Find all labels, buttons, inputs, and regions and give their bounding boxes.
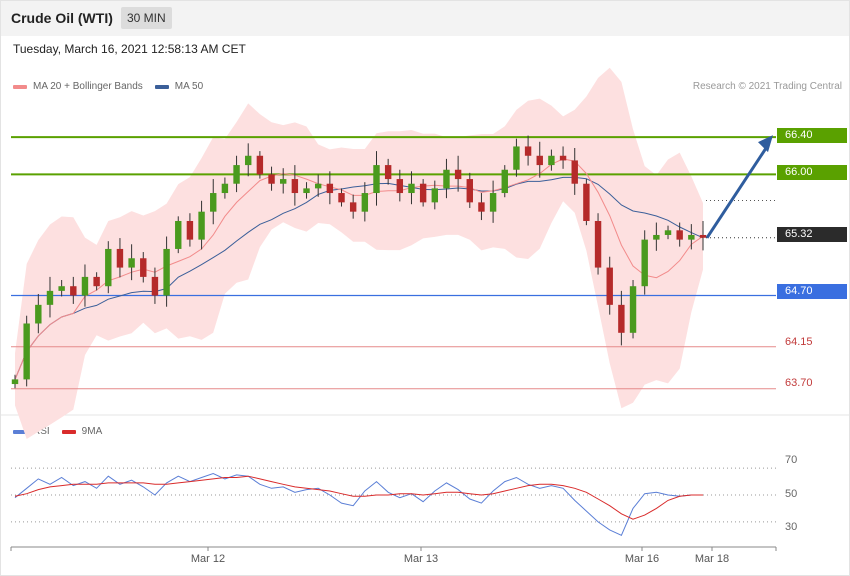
candle-body [396, 179, 404, 194]
candle-body [443, 169, 450, 189]
candle-body [23, 323, 30, 380]
level-label-pivot: 64.70 [777, 284, 847, 299]
candle-body [501, 169, 508, 194]
candle-body [268, 174, 275, 184]
candle-body [233, 165, 240, 184]
candle-body [198, 211, 205, 240]
candle-body [279, 179, 287, 184]
candle-body [408, 183, 415, 194]
candle-body [81, 276, 89, 296]
candle-body [536, 155, 543, 166]
candle-body [653, 234, 660, 240]
x-tick-label: Mar 13 [403, 553, 439, 565]
candle-body [349, 202, 357, 212]
candle-body [46, 290, 54, 305]
candle-body [175, 220, 182, 249]
candle-body [594, 220, 602, 268]
candle-body [93, 276, 100, 287]
candle-body [419, 183, 427, 203]
candle-body [35, 304, 42, 324]
candle-body [641, 239, 648, 287]
candle-body [618, 304, 625, 333]
candle-body [11, 379, 19, 385]
candle-body [373, 165, 380, 194]
candle-body [338, 193, 345, 203]
candle-body [524, 146, 532, 156]
x-tick-label: Mar 12 [190, 553, 226, 565]
candle-body [513, 146, 520, 170]
rsi-tick-30: 30 [785, 521, 798, 533]
candle-body [489, 193, 497, 212]
rsi-tick-50: 50 [785, 488, 798, 500]
candle-body [105, 248, 112, 287]
candle-body [664, 230, 672, 235]
x-tick-label: Mar 16 [624, 553, 660, 565]
candle-body [478, 202, 485, 212]
candle-body [256, 155, 264, 175]
candle-body [384, 165, 392, 180]
candle-body [361, 193, 369, 212]
chart-svg [1, 67, 849, 551]
candle-body [314, 183, 322, 189]
rsi-tick-70: 70 [785, 454, 798, 466]
candle-body [303, 188, 310, 194]
level-label-last-price: 65.32 [777, 227, 847, 242]
candle-body [58, 286, 65, 291]
candle-body [116, 248, 124, 268]
candle-body [70, 286, 77, 296]
candle-body [128, 258, 135, 268]
level-label-r1: 66.00 [777, 165, 847, 180]
candle-body [559, 155, 567, 161]
candle-body [688, 234, 695, 240]
candle-body [431, 188, 439, 203]
candle-body [629, 286, 637, 333]
candle-body [548, 155, 555, 166]
candle-body [151, 276, 159, 296]
candle-body [466, 179, 473, 203]
candle-body [186, 220, 194, 240]
candle-body [326, 183, 334, 194]
target-arrow-shaft [705, 147, 768, 239]
candle-body [245, 155, 252, 166]
candle-body [140, 258, 147, 277]
candle-body [699, 234, 707, 238]
level-label-r2: 66.40 [777, 128, 847, 143]
candle-body [676, 230, 683, 240]
candle-body [291, 179, 299, 194]
candle-body [454, 169, 462, 180]
x-tick-label: Mar 18 [694, 553, 730, 565]
candle-body [221, 183, 229, 194]
candle-body [606, 267, 613, 305]
candle-body [163, 248, 170, 296]
candle-body [583, 183, 590, 221]
level-label-s2: 63.70 [785, 377, 813, 389]
candle-body [571, 160, 578, 184]
level-label-s1: 64.15 [785, 336, 813, 348]
candle-body [210, 193, 217, 212]
